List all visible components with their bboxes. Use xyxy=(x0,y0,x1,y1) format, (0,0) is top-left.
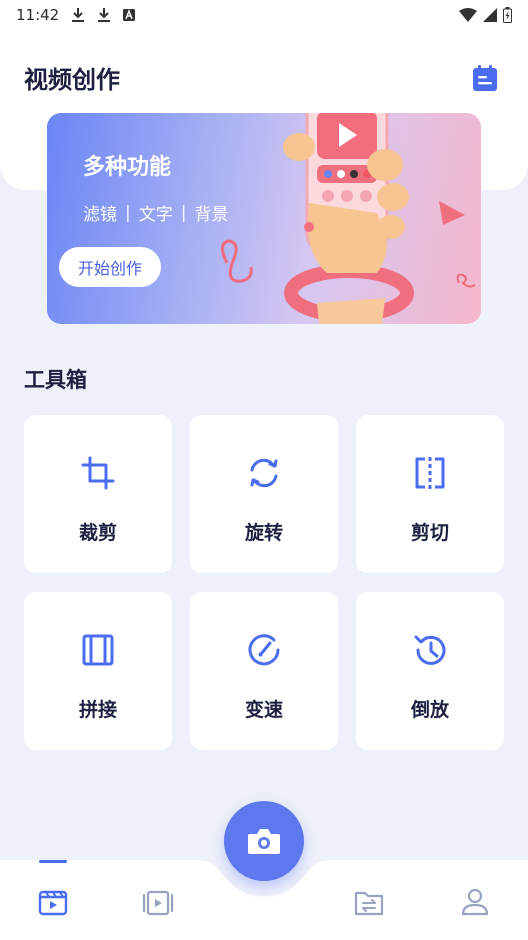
notification-a-icon xyxy=(123,9,136,21)
phone-hand-illustration xyxy=(221,113,476,324)
video-create-tab-icon[interactable] xyxy=(35,884,71,920)
tool-label: 变速 xyxy=(244,699,283,721)
profile-tab-icon[interactable] xyxy=(457,884,493,920)
wifi-icon xyxy=(459,8,477,22)
feature-banner[interactable]: 多种功能 滤镜 | 文字 | 背景 开始创作 xyxy=(47,113,481,324)
tool-merge[interactable]: 拼接 xyxy=(24,592,172,750)
rotate-icon xyxy=(250,458,278,488)
status-time: 11:42 xyxy=(16,6,60,24)
camera-icon xyxy=(248,829,280,854)
tool-label: 旋转 xyxy=(244,522,283,544)
feature-filter: 滤镜 xyxy=(83,205,117,225)
toolbox-title: 工具箱 xyxy=(24,368,87,392)
tool-label: 裁剪 xyxy=(78,522,117,544)
tool-reverse[interactable]: 倒放 xyxy=(356,592,504,750)
split-icon xyxy=(415,457,445,489)
active-tab-indicator xyxy=(39,860,67,863)
calendar-icon[interactable] xyxy=(470,63,500,93)
tool-label: 拼接 xyxy=(78,699,117,721)
start-create-button[interactable]: 开始创作 xyxy=(59,247,161,287)
battery-icon xyxy=(503,7,512,23)
feature-separator: | xyxy=(125,202,131,223)
speed-icon xyxy=(248,634,280,666)
merge-icon xyxy=(82,634,114,666)
download-icon xyxy=(97,7,111,23)
banner-title: 多种功能 xyxy=(83,155,172,180)
camera-button[interactable] xyxy=(224,801,304,881)
tool-speed[interactable]: 变速 xyxy=(190,592,338,750)
tool-label: 剪切 xyxy=(410,522,449,544)
tool-label: 倒放 xyxy=(410,699,449,721)
video-list-tab-icon[interactable] xyxy=(140,884,176,920)
feature-separator: | xyxy=(180,202,187,223)
feature-text: 文字 xyxy=(138,205,173,225)
status-bar: 11:42 xyxy=(0,0,528,30)
tool-rotate[interactable]: 旋转 xyxy=(190,415,338,573)
tool-split[interactable]: 剪切 xyxy=(356,415,504,573)
file-transfer-tab-icon[interactable] xyxy=(351,884,387,920)
download-icon xyxy=(71,7,85,23)
tool-crop[interactable]: 裁剪 xyxy=(24,415,172,573)
page-title: 视频创作 xyxy=(24,66,120,94)
reverse-icon xyxy=(414,635,446,665)
signal-icon xyxy=(483,8,497,22)
crop-icon xyxy=(81,456,115,490)
